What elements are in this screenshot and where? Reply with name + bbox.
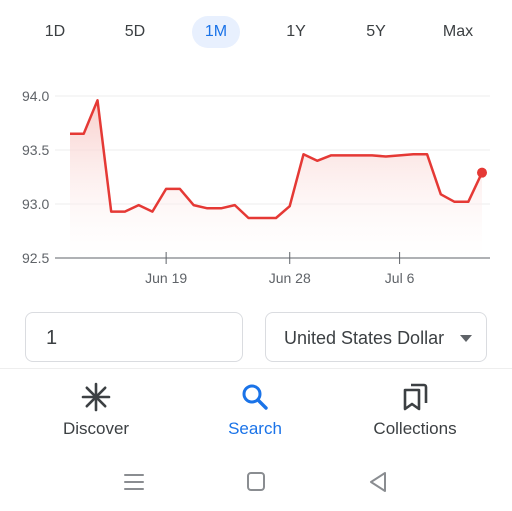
y-tick-label: 93.0: [22, 196, 49, 212]
tab-1m[interactable]: 1M: [192, 16, 240, 48]
nav-collections[interactable]: Collections: [345, 381, 485, 451]
system-nav-bar: [0, 455, 512, 511]
y-tick-label: 93.5: [22, 142, 49, 158]
tab-max[interactable]: Max: [434, 16, 482, 48]
home-icon[interactable]: [241, 469, 271, 495]
nav-discover[interactable]: Discover: [26, 381, 166, 451]
amount-input[interactable]: 1: [25, 312, 243, 362]
tab-1d[interactable]: 1D: [34, 16, 76, 48]
recents-icon[interactable]: [119, 469, 149, 495]
y-tick-label: 92.5: [22, 250, 49, 266]
bottom-nav: Discover Search Collections: [0, 369, 512, 454]
dropdown-caret-icon: [460, 335, 472, 342]
nav-search[interactable]: Search: [185, 381, 325, 451]
nav-search-label: Search: [228, 419, 282, 438]
search-icon: [242, 384, 268, 410]
y-tick-label: 94.0: [22, 88, 49, 104]
chart-last-point: [477, 167, 487, 178]
range-tabs: 1D 5D 1M 1Y 5Y Max: [0, 10, 512, 50]
nav-collections-label: Collections: [373, 419, 457, 438]
x-tick-label: Jun 19: [145, 270, 187, 286]
tab-5d[interactable]: 5D: [114, 16, 156, 48]
back-icon[interactable]: [363, 469, 393, 495]
price-chart[interactable]: 94.0 93.5 93.0 92.5 Jun 19 Jun 28 Jul 6: [0, 70, 512, 300]
tab-1y[interactable]: 1Y: [275, 16, 317, 48]
collections-bookmark-icon: [403, 383, 428, 411]
x-tick-label: Jun 28: [269, 270, 311, 286]
x-tick-label: Jul 6: [385, 270, 415, 286]
currency-select[interactable]: United States Dollar: [265, 312, 487, 362]
tab-5y[interactable]: 5Y: [355, 16, 397, 48]
currency-label: United States Dollar: [284, 328, 445, 348]
nav-discover-label: Discover: [62, 419, 130, 438]
asterisk-icon: [81, 382, 111, 412]
chart-area-fill: [70, 100, 482, 258]
